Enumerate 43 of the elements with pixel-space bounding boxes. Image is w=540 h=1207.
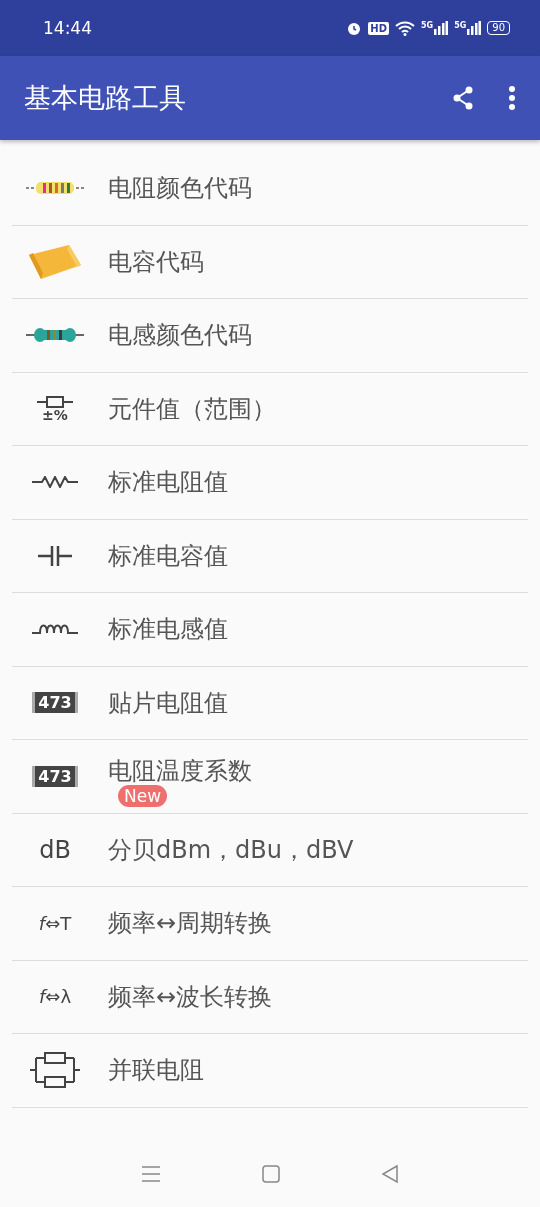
share-icon	[452, 86, 474, 110]
menu-item[interactable]: 贴片电阻值	[108, 686, 228, 719]
menu-item[interactable]: 标准电阻值	[108, 466, 228, 499]
signal-icon	[467, 21, 482, 35]
smd-resistor-icon: 473	[32, 692, 78, 714]
menu-item[interactable]: 电容代码	[108, 245, 204, 278]
back-icon	[381, 1163, 400, 1184]
hd-indicator: HD	[368, 21, 389, 35]
battery-indicator: 90	[487, 21, 510, 35]
menu-item[interactable]: 频率↔周期转换	[108, 907, 273, 940]
more-icon	[508, 85, 516, 111]
tolerance-icon: ±%	[42, 407, 68, 422]
square-icon	[262, 1164, 280, 1183]
menu-item[interactable]: 频率↔波长转换	[108, 980, 273, 1013]
resistor-icon	[26, 181, 84, 196]
alarm-icon	[346, 20, 363, 36]
network-label: 5G	[454, 21, 467, 30]
menu-item[interactable]: 标准电感值	[108, 613, 228, 646]
menu-icon	[140, 1164, 161, 1183]
menu-item[interactable]: 电阻温度系数	[108, 755, 252, 788]
resistor-symbol-icon	[32, 476, 78, 489]
capacitor-chip-icon	[27, 242, 83, 281]
inductor-symbol-icon	[32, 623, 78, 636]
menu-item[interactable]: 元件值（范围）	[108, 392, 276, 425]
text-icon: f⇔T	[38, 912, 72, 934]
menu-item[interactable]: 电阻颜色代码	[108, 172, 252, 205]
parallel-resistor-icon	[30, 1050, 80, 1091]
clock: 14:44	[43, 18, 93, 38]
new-badge: New	[118, 785, 168, 808]
app-title: 基本电路工具	[24, 81, 187, 115]
wifi-icon	[395, 20, 415, 36]
menu-item[interactable]: 分贝dBm，dBu，dBV	[108, 833, 354, 866]
smd-resistor-icon: 473	[32, 765, 78, 787]
menu-item[interactable]: 并联电阻	[108, 1054, 204, 1087]
capacitor-symbol-icon	[38, 543, 72, 568]
menu-item[interactable]: 标准电容值	[108, 539, 228, 572]
signal-icon	[434, 21, 449, 35]
text-icon: dB	[39, 835, 71, 864]
menu-item[interactable]: 电感颜色代码	[108, 319, 252, 352]
resistor-symbol-icon	[37, 395, 73, 408]
network-label: 5G	[421, 21, 434, 30]
text-icon: f⇔λ	[38, 986, 72, 1008]
inductor-icon	[26, 327, 84, 344]
